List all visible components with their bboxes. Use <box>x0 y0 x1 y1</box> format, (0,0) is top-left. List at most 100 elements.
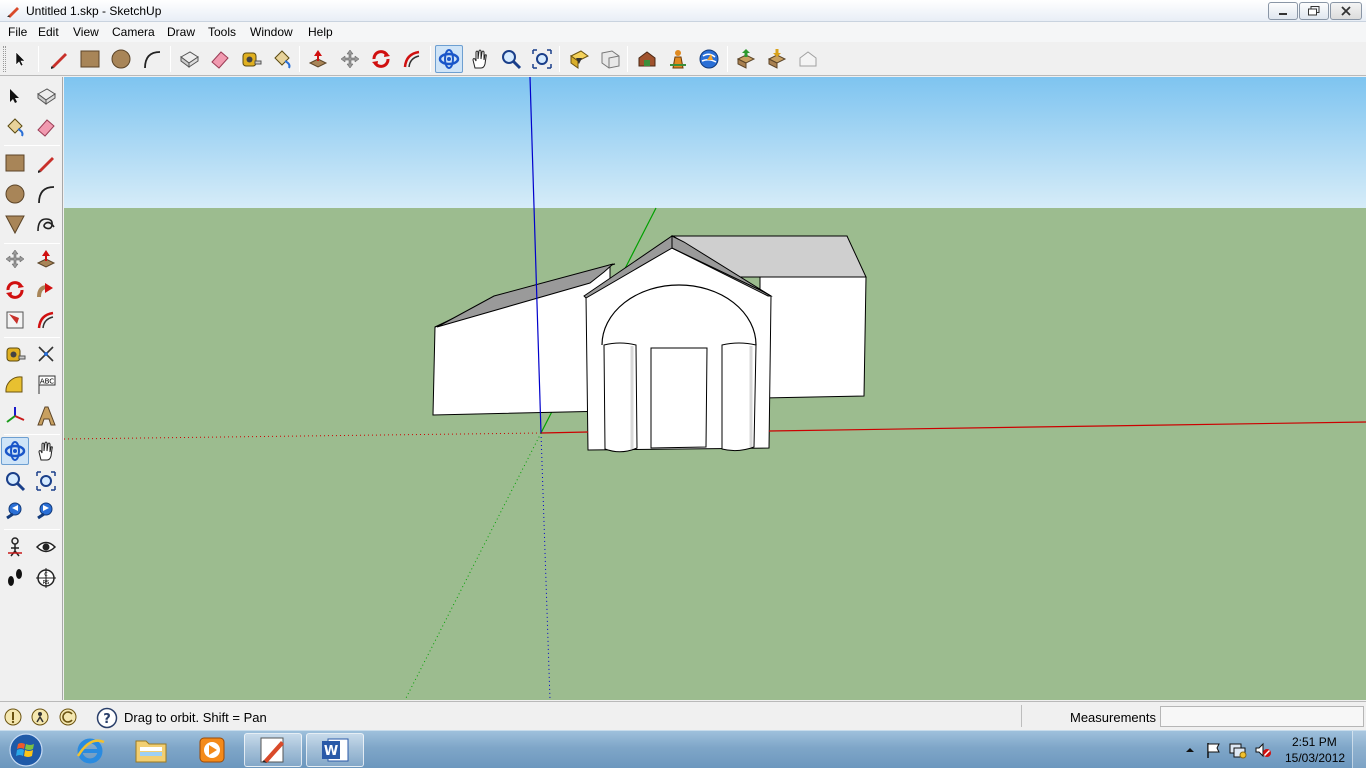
credits-icon[interactable] <box>31 708 49 726</box>
orbit-button[interactable] <box>1 437 29 465</box>
rotate-tool-button[interactable] <box>367 45 395 73</box>
line-tool-button[interactable] <box>45 45 73 73</box>
modeling-viewport[interactable] <box>64 77 1366 700</box>
share-component-button[interactable] <box>763 45 791 73</box>
taskbar-microsoft-word[interactable]: W <box>306 733 364 767</box>
clock-date[interactable]: 15/03/2012 <box>1285 751 1345 765</box>
zoom-window-button[interactable] <box>32 467 60 495</box>
taskbar-media-player[interactable] <box>183 733 241 767</box>
make-component-button[interactable] <box>32 82 60 110</box>
text-button[interactable]: ABC <box>32 371 60 399</box>
eraser-button[interactable] <box>32 113 60 141</box>
hand-icon <box>472 49 487 69</box>
tape-measure-icon <box>6 347 26 362</box>
move-tool-button[interactable] <box>336 45 364 73</box>
paint-bucket-button[interactable] <box>1 113 29 141</box>
user-account-icon[interactable] <box>59 708 77 726</box>
help-icon[interactable]: ? <box>96 707 118 729</box>
previous-view-button[interactable] <box>1 497 29 525</box>
pan-tool-button[interactable] <box>466 45 494 73</box>
menu-help[interactable]: Help <box>308 25 333 39</box>
zoom-button[interactable] <box>1 467 29 495</box>
axes-button[interactable] <box>1 402 29 430</box>
arc-button[interactable] <box>32 180 60 208</box>
taskbar-windows-explorer[interactable] <box>122 733 180 767</box>
tape-measure-button[interactable] <box>237 45 265 73</box>
house-outline-icon <box>799 51 817 67</box>
scale-button[interactable] <box>1 306 29 334</box>
scale-icon <box>6 311 24 329</box>
rotate-icon <box>372 50 390 68</box>
next-view-button[interactable] <box>596 45 624 73</box>
rectangle-tool-button[interactable] <box>76 45 104 73</box>
follow-me-icon <box>37 283 53 298</box>
google-earth-button[interactable] <box>695 45 723 73</box>
network-icon[interactable] <box>1228 741 1248 759</box>
walk-button[interactable] <box>1 564 29 592</box>
circle-button[interactable] <box>1 180 29 208</box>
select-button[interactable] <box>1 82 29 110</box>
offset-tool-button[interactable] <box>398 45 426 73</box>
show-desktop-button[interactable] <box>1352 731 1366 768</box>
previous-view-button[interactable] <box>565 45 593 73</box>
get-models-button[interactable] <box>633 45 661 73</box>
menu-file[interactable]: File <box>8 25 27 39</box>
toolbar-separator <box>38 46 39 72</box>
start-button[interactable] <box>4 732 48 768</box>
dimension-button[interactable] <box>32 340 60 368</box>
svg-text:?: ? <box>103 712 111 727</box>
scene-canvas[interactable] <box>64 77 1366 700</box>
zoom-extents-button[interactable] <box>528 45 556 73</box>
orbit-tool-button[interactable] <box>435 45 463 73</box>
toolbar-separator <box>430 46 431 72</box>
push-pull-button[interactable] <box>304 45 332 73</box>
zoom-extents-button[interactable] <box>32 497 60 525</box>
move-button[interactable] <box>1 245 29 273</box>
minimize-button[interactable] <box>1268 2 1298 20</box>
toolbar-grip[interactable] <box>3 46 6 72</box>
warehouse-disabled-button[interactable] <box>794 45 822 73</box>
freehand-button[interactable] <box>32 210 60 238</box>
offset-button[interactable] <box>32 306 60 334</box>
look-around-button[interactable] <box>32 533 60 561</box>
circle-tool-button[interactable] <box>107 45 135 73</box>
taskbar-sketchup[interactable] <box>244 733 302 767</box>
position-camera-button[interactable] <box>1 533 29 561</box>
menu-tools[interactable]: Tools <box>208 25 236 39</box>
section-plane-button[interactable]: C RS <box>32 564 60 592</box>
make-component-button[interactable] <box>175 45 203 73</box>
previous-zoom-icon <box>6 502 22 520</box>
taskbar-internet-explorer[interactable] <box>61 733 119 767</box>
pan-button[interactable] <box>32 437 60 465</box>
eraser-tool-button[interactable] <box>206 45 234 73</box>
menu-draw[interactable]: Draw <box>167 25 195 39</box>
line-button[interactable] <box>32 149 60 177</box>
select-tool-button[interactable] <box>7 45 35 73</box>
share-model-button[interactable] <box>664 45 692 73</box>
push-pull-button[interactable] <box>32 245 60 273</box>
tape-measure-button[interactable] <box>1 340 29 368</box>
follow-me-button[interactable] <box>32 276 60 304</box>
action-center-flag-icon[interactable] <box>1204 741 1222 759</box>
show-hidden-icons-icon[interactable] <box>1185 745 1195 755</box>
volume-muted-icon[interactable] <box>1254 741 1272 759</box>
restore-button[interactable] <box>1299 2 1329 20</box>
menu-camera[interactable]: Camera <box>112 25 155 39</box>
3d-text-button[interactable] <box>32 402 60 430</box>
paint-bucket-button[interactable] <box>268 45 296 73</box>
menu-edit[interactable]: Edit <box>38 25 59 39</box>
rotate-button[interactable] <box>1 276 29 304</box>
measurements-input[interactable] <box>1160 706 1364 727</box>
rectangle-button[interactable] <box>1 149 29 177</box>
clock-time[interactable]: 2:51 PM <box>1292 735 1337 749</box>
menu-view[interactable]: View <box>73 25 99 39</box>
load-component-button[interactable] <box>732 45 760 73</box>
menu-window[interactable]: Window <box>250 25 293 39</box>
zoom-tool-button[interactable] <box>497 45 525 73</box>
close-button[interactable] <box>1330 2 1362 20</box>
geo-location-icon[interactable] <box>4 708 22 726</box>
eye-icon <box>35 541 57 553</box>
protractor-button[interactable] <box>1 371 29 399</box>
arc-tool-button[interactable] <box>138 45 166 73</box>
polygon-button[interactable] <box>1 210 29 238</box>
